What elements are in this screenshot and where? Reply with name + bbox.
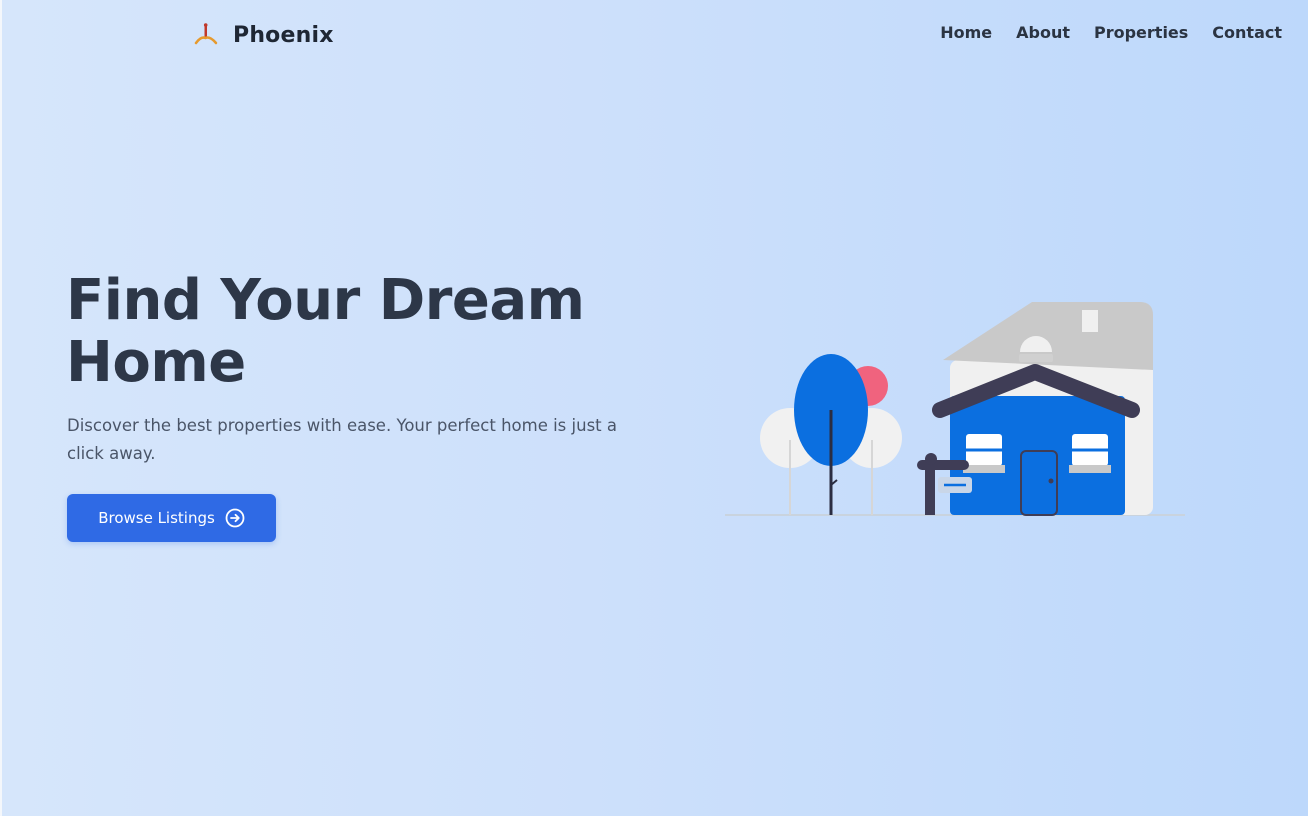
main-nav: Home About Properties Contact: [940, 23, 1282, 42]
hero-title: Find Your Dream Home: [66, 270, 646, 394]
tree-blue: [794, 354, 868, 515]
brand[interactable]: Phoenix: [193, 20, 334, 50]
house-illustration: [725, 302, 1185, 516]
hero-title-line1: Find Your Dream: [66, 268, 585, 333]
nav-contact[interactable]: Contact: [1212, 23, 1282, 42]
nav-about[interactable]: About: [1016, 23, 1070, 42]
browse-listings-label: Browse Listings: [98, 509, 215, 527]
page-left-border: [0, 0, 2, 816]
phoenix-logo-icon: [194, 23, 218, 45]
nav-home[interactable]: Home: [940, 23, 992, 42]
browse-listings-button[interactable]: Browse Listings: [67, 494, 276, 542]
nav-properties[interactable]: Properties: [1094, 23, 1188, 42]
hero-description: Discover the best properties with ease. …: [67, 416, 617, 463]
hero-title-line2: Home: [66, 330, 246, 395]
brand-name: Phoenix: [233, 22, 334, 48]
arrow-right-circle-icon: [225, 508, 245, 528]
